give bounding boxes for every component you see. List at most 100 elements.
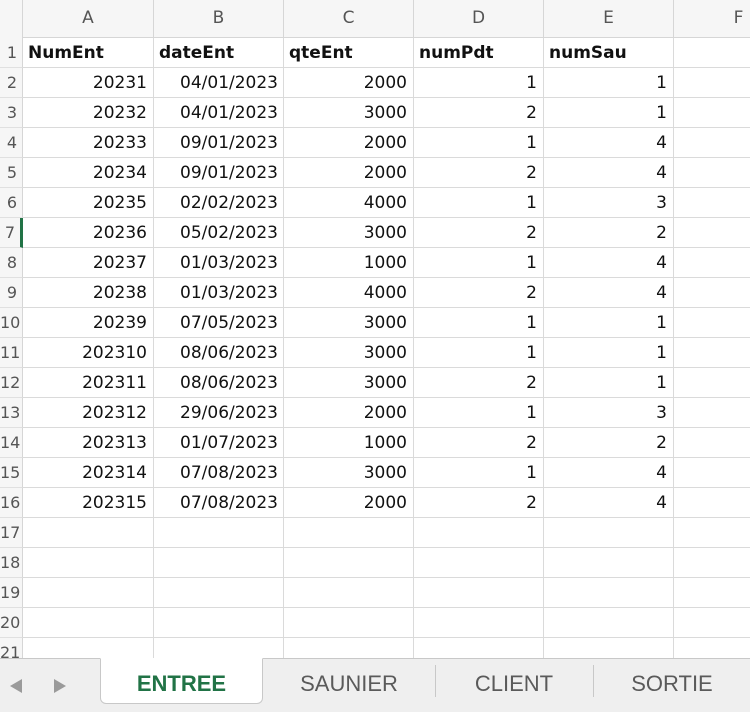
cell-f3[interactable] xyxy=(674,98,750,128)
cell-e14[interactable]: 2 xyxy=(544,428,674,458)
row-header-18[interactable]: 18 xyxy=(0,548,23,578)
row-header-7[interactable]: 7 xyxy=(0,218,23,248)
cell-c15[interactable]: 3000 xyxy=(284,458,414,488)
cell-c12[interactable]: 3000 xyxy=(284,368,414,398)
cell-f19[interactable] xyxy=(674,578,750,608)
cell-a13[interactable]: 202312 xyxy=(23,398,154,428)
cell-c13[interactable]: 2000 xyxy=(284,398,414,428)
row-header-21[interactable]: 21 xyxy=(0,638,23,658)
cell-f9[interactable] xyxy=(674,278,750,308)
cell-c11[interactable]: 3000 xyxy=(284,338,414,368)
row-header-13[interactable]: 13 xyxy=(0,398,23,428)
row-header-17[interactable]: 17 xyxy=(0,518,23,548)
cell-f17[interactable] xyxy=(674,518,750,548)
cell-e17[interactable] xyxy=(544,518,674,548)
header-cell-b[interactable]: dateEnt xyxy=(154,38,284,68)
cell-d18[interactable] xyxy=(414,548,544,578)
cell-c3[interactable]: 3000 xyxy=(284,98,414,128)
header-cell-e[interactable]: numSau xyxy=(544,38,674,68)
cell-f10[interactable] xyxy=(674,308,750,338)
cell-d2[interactable]: 1 xyxy=(414,68,544,98)
next-sheet-button[interactable] xyxy=(50,675,70,697)
cell-c9[interactable]: 4000 xyxy=(284,278,414,308)
cell-d6[interactable]: 1 xyxy=(414,188,544,218)
cell-c16[interactable]: 2000 xyxy=(284,488,414,518)
cell-d14[interactable]: 2 xyxy=(414,428,544,458)
cell-d19[interactable] xyxy=(414,578,544,608)
cell-d20[interactable] xyxy=(414,608,544,638)
cell-a17[interactable] xyxy=(23,518,154,548)
column-header-f[interactable]: F xyxy=(674,0,750,38)
row-header-15[interactable]: 15 xyxy=(0,458,23,488)
cell-c7[interactable]: 3000 xyxy=(284,218,414,248)
cell-f16[interactable] xyxy=(674,488,750,518)
cell-d21[interactable] xyxy=(414,638,544,658)
cell-c20[interactable] xyxy=(284,608,414,638)
cell-f4[interactable] xyxy=(674,128,750,158)
cell-d13[interactable]: 1 xyxy=(414,398,544,428)
cell-f21[interactable] xyxy=(674,638,750,658)
cell-a18[interactable] xyxy=(23,548,154,578)
cell-f7[interactable] xyxy=(674,218,750,248)
row-header-2[interactable]: 2 xyxy=(0,68,23,98)
tab-client[interactable]: CLIENT xyxy=(436,659,592,703)
cell-f18[interactable] xyxy=(674,548,750,578)
cell-e19[interactable] xyxy=(544,578,674,608)
column-header-a[interactable]: A xyxy=(23,0,154,38)
cell-c19[interactable] xyxy=(284,578,414,608)
cell-a2[interactable]: 20231 xyxy=(23,68,154,98)
cell-e21[interactable] xyxy=(544,638,674,658)
row-header-14[interactable]: 14 xyxy=(0,428,23,458)
cell-f2[interactable] xyxy=(674,68,750,98)
cell-f12[interactable] xyxy=(674,368,750,398)
cell-b9[interactable]: 01/03/2023 xyxy=(154,278,284,308)
cell-e12[interactable]: 1 xyxy=(544,368,674,398)
cell-a9[interactable]: 20238 xyxy=(23,278,154,308)
row-header-8[interactable]: 8 xyxy=(0,248,23,278)
cell-c14[interactable]: 1000 xyxy=(284,428,414,458)
cell-e8[interactable]: 4 xyxy=(544,248,674,278)
cell-f1[interactable] xyxy=(674,38,750,68)
cell-b2[interactable]: 04/01/2023 xyxy=(154,68,284,98)
cell-e15[interactable]: 4 xyxy=(544,458,674,488)
cell-b7[interactable]: 05/02/2023 xyxy=(154,218,284,248)
cell-f11[interactable] xyxy=(674,338,750,368)
cell-e6[interactable]: 3 xyxy=(544,188,674,218)
cell-b21[interactable] xyxy=(154,638,284,658)
cell-a7[interactable]: 20236 xyxy=(23,218,154,248)
cell-f13[interactable] xyxy=(674,398,750,428)
row-header-3[interactable]: 3 xyxy=(0,98,23,128)
cell-b3[interactable]: 04/01/2023 xyxy=(154,98,284,128)
cell-d8[interactable]: 1 xyxy=(414,248,544,278)
header-cell-a[interactable]: NumEnt xyxy=(23,38,154,68)
cell-b12[interactable]: 08/06/2023 xyxy=(154,368,284,398)
cell-c21[interactable] xyxy=(284,638,414,658)
row-header-19[interactable]: 19 xyxy=(0,578,23,608)
row-header-6[interactable]: 6 xyxy=(0,188,23,218)
cell-a12[interactable]: 202311 xyxy=(23,368,154,398)
cell-b17[interactable] xyxy=(154,518,284,548)
select-all-corner[interactable] xyxy=(0,0,23,38)
cell-f5[interactable] xyxy=(674,158,750,188)
tab-sortie[interactable]: SORTIE xyxy=(594,659,750,703)
cell-c10[interactable]: 3000 xyxy=(284,308,414,338)
row-header-10[interactable]: 10 xyxy=(0,308,23,338)
header-cell-d[interactable]: numPdt xyxy=(414,38,544,68)
cell-c5[interactable]: 2000 xyxy=(284,158,414,188)
cell-b8[interactable]: 01/03/2023 xyxy=(154,248,284,278)
cell-b18[interactable] xyxy=(154,548,284,578)
cell-a6[interactable]: 20235 xyxy=(23,188,154,218)
cell-b14[interactable]: 01/07/2023 xyxy=(154,428,284,458)
column-header-c[interactable]: C xyxy=(284,0,414,38)
cell-c8[interactable]: 1000 xyxy=(284,248,414,278)
cell-d10[interactable]: 1 xyxy=(414,308,544,338)
cell-e5[interactable]: 4 xyxy=(544,158,674,188)
cell-b19[interactable] xyxy=(154,578,284,608)
cell-d9[interactable]: 2 xyxy=(414,278,544,308)
cell-a21[interactable] xyxy=(23,638,154,658)
cell-a20[interactable] xyxy=(23,608,154,638)
cell-e7[interactable]: 2 xyxy=(544,218,674,248)
cell-f15[interactable] xyxy=(674,458,750,488)
cell-d17[interactable] xyxy=(414,518,544,548)
previous-sheet-button[interactable] xyxy=(6,675,26,697)
